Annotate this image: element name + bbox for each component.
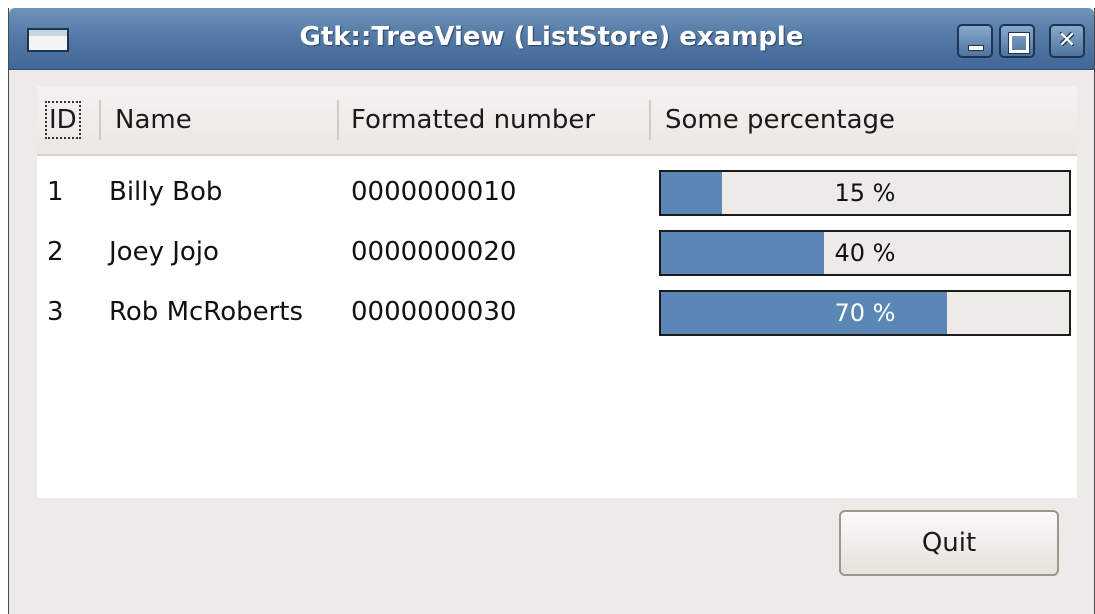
tree-view[interactable]: ID Name Formatted number Some percentage… [37,86,1077,498]
cell-id: 1 [47,177,64,207]
window-title: Gtk::TreeView (ListStore) example [299,22,804,52]
column-header-name[interactable]: Name [101,86,339,154]
column-header-percentage[interactable]: Some percentage [651,86,1077,154]
progress-label: 70 % [834,299,896,327]
column-header-label: ID [45,101,81,139]
column-header-id[interactable]: ID [37,86,101,154]
cell-name: Rob McRoberts [109,297,304,327]
cell-number: 0000000010 [351,177,517,207]
maximize-icon [1001,26,1033,56]
cell-number: 0000000020 [351,237,517,267]
maximize-button[interactable] [999,24,1035,58]
cell-id: 2 [47,237,64,267]
progress-bar: 15 % [659,170,1071,216]
progress-bar: 40 % [659,230,1071,276]
progress-label: 40 % [834,239,896,267]
cell-name: Joey Jojo [109,237,219,267]
table-row[interactable]: 3 Rob McRoberts 0000000030 70 % [37,282,1077,348]
titlebar[interactable]: Gtk::TreeView (ListStore) example ✕ [9,8,1094,70]
column-header-bar: ID Name Formatted number Some percentage [37,86,1077,156]
cell-name: Billy Bob [109,177,223,207]
table-row[interactable]: 2 Joey Jojo 0000000020 40 % [37,222,1077,288]
minimize-button[interactable] [957,24,993,58]
column-header-formatted-number[interactable]: Formatted number [339,86,651,154]
minimize-icon [959,26,991,56]
cell-number: 0000000030 [351,297,517,327]
table-row[interactable]: 1 Billy Bob 0000000010 15 % [37,162,1077,228]
progress-bar: 70 % [659,290,1071,336]
cell-id: 3 [47,297,64,327]
progress-label: 15 % [834,179,896,207]
close-icon: ✕ [1057,28,1077,53]
quit-button[interactable]: Quit [839,510,1059,576]
app-window: Gtk::TreeView (ListStore) example ✕ ID N… [8,8,1095,614]
close-button[interactable]: ✕ [1049,24,1085,58]
